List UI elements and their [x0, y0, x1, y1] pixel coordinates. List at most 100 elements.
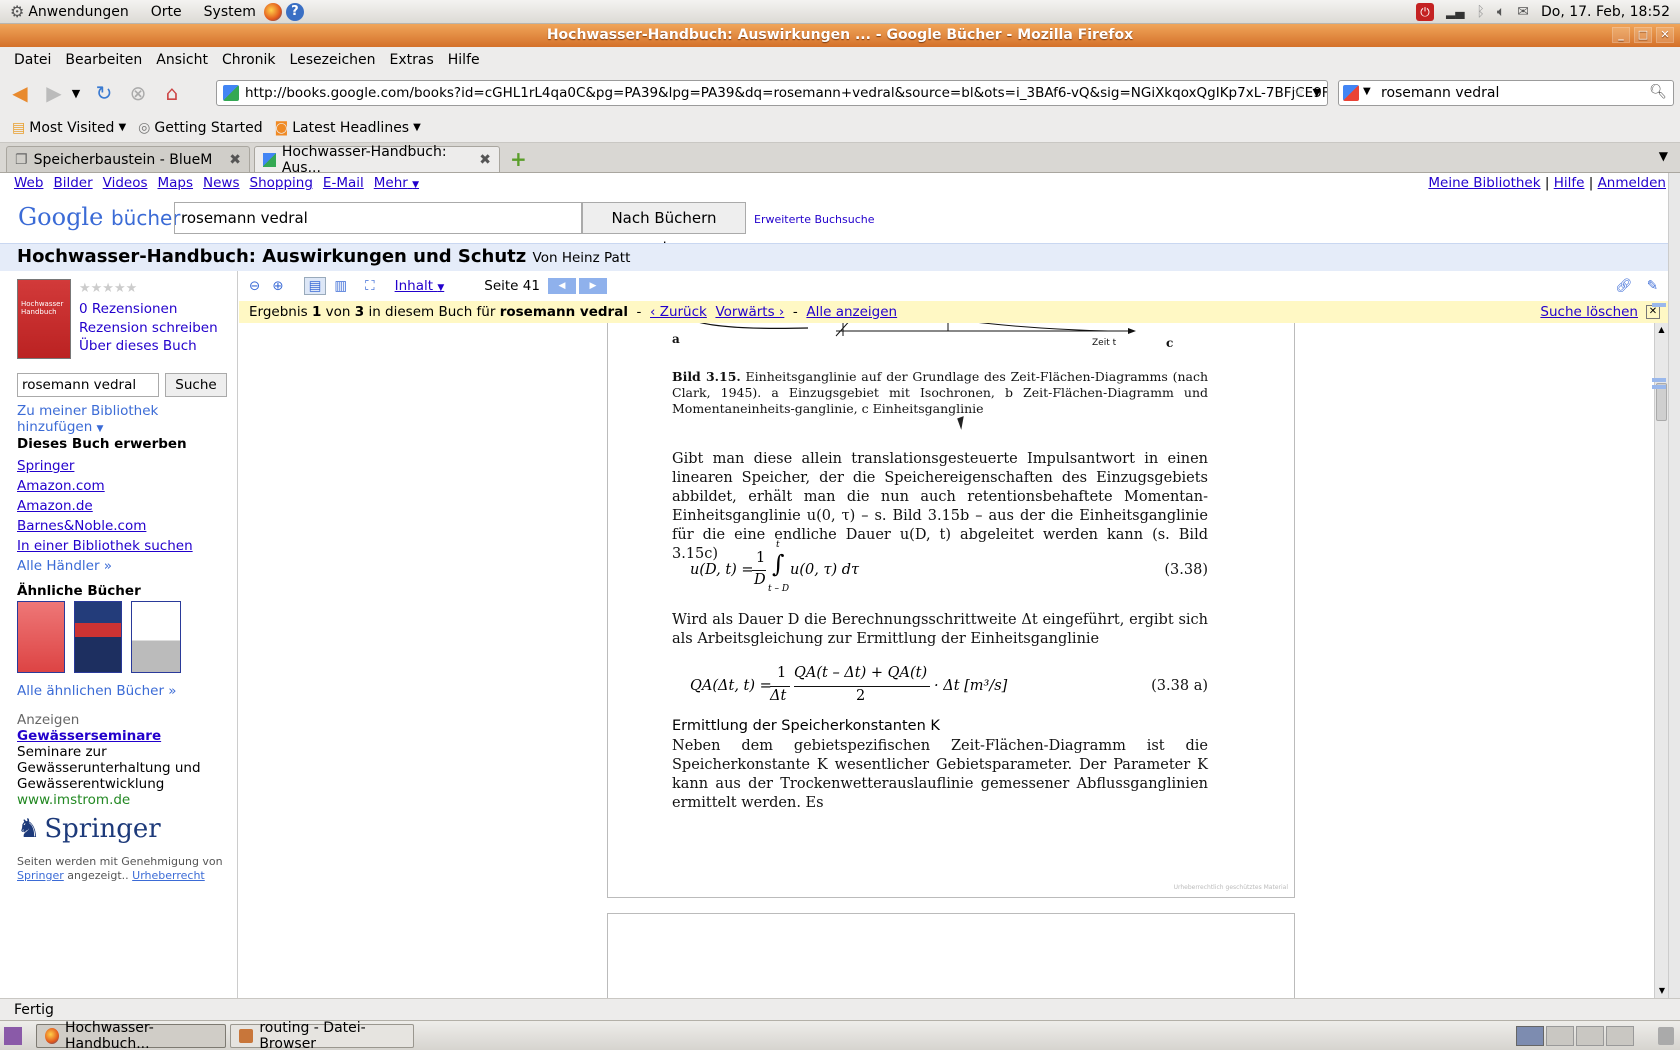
viewer-scrollbar[interactable]: ▲ ▼	[1654, 323, 1668, 998]
menu-system[interactable]: System	[204, 4, 256, 20]
add-to-library-link[interactable]: Zu meiner Bibliothek hinzufügen ▼	[17, 403, 237, 435]
workspace-1[interactable]	[1516, 1025, 1544, 1046]
gnav-web[interactable]: Web	[14, 175, 43, 191]
seller-amazon-com[interactable]: Amazon.com	[17, 476, 193, 496]
prev-page-button[interactable]: ◀	[547, 278, 576, 294]
clock[interactable]: Do, 17. Feb, 18:52	[1541, 4, 1670, 20]
stop-button[interactable]: ⊗	[124, 79, 152, 107]
similar-book-1[interactable]	[17, 601, 65, 673]
feedback-edit-icon[interactable]: ✎	[1647, 278, 1658, 294]
seller-library[interactable]: In einer Bibliothek suchen	[17, 536, 193, 556]
next-page-button[interactable]: ▶	[578, 278, 607, 294]
tab-list-icon[interactable]: ▼	[1659, 149, 1668, 163]
contents-dropdown[interactable]: Inhalt ▼	[395, 278, 445, 294]
about-book-link[interactable]: Über dieses Buch	[79, 338, 197, 354]
zoom-out-icon[interactable]: ⊖	[249, 278, 260, 294]
search-engine-icon[interactable]	[1343, 85, 1359, 101]
gnav-videos[interactable]: Videos	[103, 175, 148, 191]
similar-book-3[interactable]	[131, 601, 181, 673]
back-button[interactable]: ◀	[6, 79, 34, 107]
signin-link[interactable]: Anmelden	[1598, 175, 1666, 191]
page-scrollbar[interactable]	[1668, 173, 1680, 998]
help-icon[interactable]: ?	[285, 2, 304, 21]
inbook-search-button[interactable]: Suche	[165, 373, 227, 397]
taskbar-item-firefox[interactable]: Hochwasser-Handbuch...	[36, 1020, 226, 1052]
home-button[interactable]: ⌂	[158, 79, 186, 107]
my-library-link[interactable]: Meine Bibliothek	[1428, 175, 1540, 191]
trash-icon[interactable]	[1658, 1026, 1674, 1045]
menu-hilfe[interactable]: Hilfe	[441, 52, 487, 68]
inbook-search-input[interactable]: rosemann vedral	[17, 373, 159, 397]
similar-book-2[interactable]	[74, 601, 122, 673]
two-page-view-icon[interactable]: ▥	[334, 278, 347, 294]
new-tab-button[interactable]: +	[510, 147, 527, 171]
tab-speicherbaustein[interactable]: ❐ Speicherbaustein - BlueM ✖	[6, 146, 250, 172]
advanced-search-link[interactable]: Erweiterte Buchsuche	[754, 213, 875, 226]
all-similar-link[interactable]: Alle ähnlichen Bücher »	[17, 683, 177, 699]
volume-icon[interactable]: 🔈︎	[1497, 4, 1505, 20]
write-review-link[interactable]: Rezension schreiben	[79, 320, 218, 336]
fullscreen-icon[interactable]: ⛶	[365, 278, 374, 294]
permission-springer-link[interactable]: Springer	[17, 869, 64, 882]
search-go-icon[interactable]: 🔍︎	[1649, 84, 1667, 100]
gnav-mehr[interactable]: Mehr ▼	[374, 175, 419, 191]
menu-bearbeiten[interactable]: Bearbeiten	[58, 52, 149, 68]
forward-button[interactable]: ▶	[40, 79, 68, 107]
result-back-link[interactable]: ‹ Zurück	[650, 304, 707, 320]
bluetooth-icon[interactable]: ᛒ	[1476, 4, 1484, 20]
network-icon[interactable]: ▂▄	[1446, 5, 1464, 19]
menu-extras[interactable]: Extras	[383, 52, 441, 68]
menu-orte[interactable]: Orte	[151, 4, 182, 20]
result-forward-link[interactable]: Vorwärts ›	[715, 304, 784, 320]
url-bar[interactable]: http://books.google.com/books?id=cGHL1rL…	[216, 80, 1328, 106]
reload-button[interactable]: ↻	[90, 79, 118, 107]
url-dropdown-icon[interactable]: ▼	[1313, 86, 1321, 99]
link-icon[interactable]: 🔗︎	[1616, 278, 1633, 294]
history-dropdown-icon[interactable]: ▼	[68, 79, 84, 107]
page-viewer[interactable]: a Zeit t c Bild 3.15. Einheitsganglinie …	[239, 323, 1668, 998]
workspace-2[interactable]	[1546, 1025, 1574, 1046]
workspace-switcher[interactable]	[1516, 1025, 1634, 1046]
gnav-bilder[interactable]: Bilder	[53, 175, 92, 191]
book-cover[interactable]: Hochwasser Handbuch	[17, 279, 71, 359]
ad-title-link[interactable]: Gewässerseminare	[17, 728, 161, 744]
single-page-view-icon[interactable]: ▤	[303, 277, 327, 295]
tab-hochwasser[interactable]: Hochwasser-Handbuch: Aus... ✖	[254, 144, 500, 176]
maximize-button[interactable]: □	[1634, 27, 1652, 43]
taskbar-item-filebrowser[interactable]: routing - Datei-Browser	[230, 1020, 414, 1052]
workspace-4[interactable]	[1606, 1025, 1634, 1046]
gnav-news[interactable]: News	[203, 175, 239, 191]
scroll-up-icon[interactable]: ▲	[1655, 323, 1668, 337]
result-show-all-link[interactable]: Alle anzeigen	[806, 304, 897, 320]
gnav-maps[interactable]: Maps	[158, 175, 194, 191]
publisher-logo[interactable]: ♞ Springer	[17, 814, 161, 844]
reviews-link[interactable]: 0 Rezensionen	[79, 301, 177, 317]
minimize-button[interactable]: _	[1612, 27, 1630, 43]
close-window-button[interactable]: ✕	[1656, 27, 1674, 43]
all-sellers-link[interactable]: Alle Händler »	[17, 558, 112, 574]
clear-search-close-icon[interactable]: ✕	[1646, 305, 1660, 319]
copyright-link[interactable]: Urheberrecht	[132, 869, 205, 882]
clear-search-link[interactable]: Suche löschen	[1540, 301, 1638, 323]
menu-chronik[interactable]: Chronik	[215, 52, 283, 68]
bookmark-getting-started[interactable]: ◎ Getting Started	[138, 120, 262, 136]
gnav-email[interactable]: E-Mail	[323, 175, 364, 191]
workspace-3[interactable]	[1576, 1025, 1604, 1046]
seller-springer[interactable]: Springer	[17, 456, 193, 476]
seller-barnes[interactable]: Barnes&Noble.com	[17, 516, 193, 536]
mail-icon[interactable]: ✉	[1517, 4, 1529, 20]
gnav-shopping[interactable]: Shopping	[250, 175, 313, 191]
close-tab-icon[interactable]: ✖	[479, 152, 491, 168]
seller-amazon-de[interactable]: Amazon.de	[17, 496, 193, 516]
ad-url[interactable]: www.imstrom.de	[17, 792, 130, 808]
menu-ansicht[interactable]: Ansicht	[149, 52, 215, 68]
book-search-button[interactable]: Nach Büchern suchen	[582, 202, 746, 257]
zoom-in-icon[interactable]: ⊕	[272, 278, 283, 294]
scroll-down-icon[interactable]: ▼	[1655, 984, 1668, 998]
search-engine-dropdown-icon[interactable]: ▼	[1363, 86, 1371, 97]
power-icon[interactable]: ⏻	[1415, 2, 1434, 21]
menu-lesezeichen[interactable]: Lesezeichen	[283, 52, 383, 68]
book-search-input[interactable]: rosemann vedral	[174, 202, 582, 234]
bookmark-most-visited[interactable]: ▤ Most Visited ▼	[12, 120, 126, 136]
search-bar[interactable]: ▼ rosemann vedral 🔍︎	[1338, 80, 1674, 106]
